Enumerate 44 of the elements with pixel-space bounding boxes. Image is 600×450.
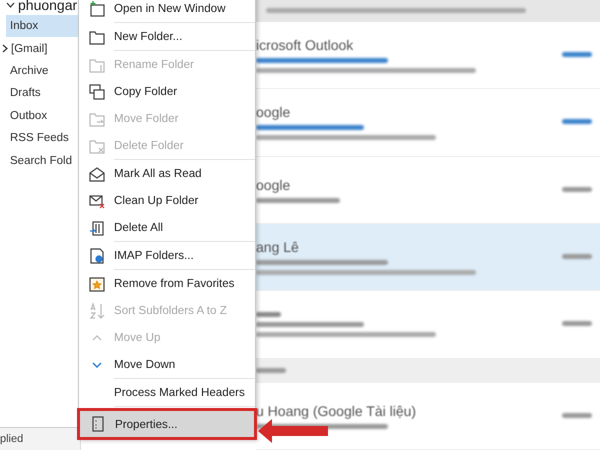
chevron-right-icon[interactable]: [2, 44, 8, 54]
menu-item[interactable]: IMAP Folders...: [79, 242, 255, 269]
menu-item[interactable]: Open in New Window: [79, 0, 255, 22]
menu-item[interactable]: Copy Folder: [79, 78, 255, 105]
sender-name: u Hoang (Google Tài liệu): [256, 402, 416, 419]
menu-item[interactable]: Remove from Favorites: [79, 270, 255, 297]
blurred-time-drawing: [562, 254, 592, 260]
status-text: plied: [0, 433, 24, 445]
sender-name: oogle: [256, 104, 290, 120]
pointer-arrow-drawing: [258, 418, 328, 444]
blurred-time-drawing: [562, 52, 592, 57]
folder-item[interactable]: Outbox: [6, 104, 80, 127]
folder-item[interactable]: [Gmail]: [6, 37, 80, 60]
chevron-up-icon: [92, 334, 102, 340]
menu-item[interactable]: New Folder...: [79, 23, 255, 50]
folder-item[interactable]: Drafts: [6, 82, 80, 105]
folder-item[interactable]: Archive: [6, 60, 80, 82]
imap-folder-icon: [88, 246, 106, 264]
sender-name: oogle: [256, 176, 290, 193]
sort-icon: [88, 302, 106, 320]
blurred-time-drawing: [562, 119, 592, 124]
blurred-text-drawing: [256, 368, 286, 374]
blurred-text-drawing: [256, 312, 281, 318]
trash-icon: [88, 218, 106, 236]
folder-item[interactable]: RSS Feeds: [6, 126, 80, 150]
menu-item[interactable]: Delete All: [79, 214, 255, 241]
blurred-time-drawing: [562, 186, 592, 192]
blurred-time-drawing: [562, 412, 592, 418]
menu-item[interactable]: Properties...: [77, 408, 257, 440]
sender-name: ang Lê: [256, 239, 299, 256]
folder-item[interactable]: Search Fold: [6, 149, 80, 172]
copy-folder-icon: [88, 82, 106, 100]
blurred-time-drawing: [562, 321, 592, 326]
menu-item[interactable]: Mark All as Read: [79, 160, 255, 187]
window-plus-icon: [88, 0, 106, 18]
open-envelope-icon: [88, 164, 106, 182]
account-name[interactable]: phuongar: [18, 0, 78, 13]
chevron-down-icon: [92, 362, 102, 368]
menu-item[interactable]: Move Down: [79, 351, 255, 378]
sender-name: icrosoft Outlook: [256, 37, 354, 53]
folder-item[interactable]: Inbox: [6, 15, 80, 38]
chevron-down-icon: [6, 2, 15, 8]
menu-item[interactable]: Process Marked Headers: [79, 379, 255, 406]
menu-item[interactable]: Clean Up Folder: [79, 187, 255, 214]
